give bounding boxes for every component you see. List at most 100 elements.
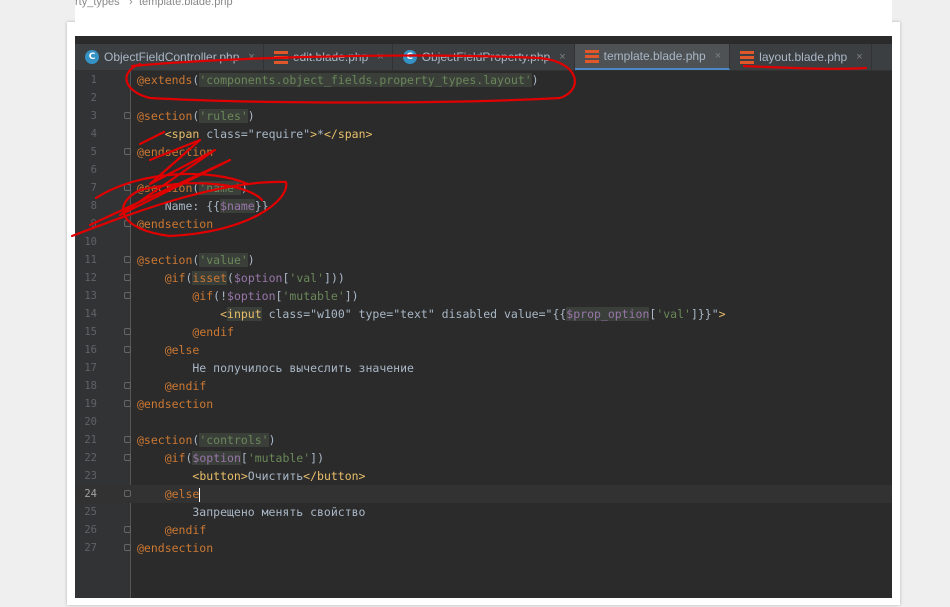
code-line[interactable]: 22 @if($option['mutable']) (75, 449, 892, 467)
fold-marker-icon[interactable] (124, 148, 131, 155)
code-line[interactable]: 2 (75, 89, 892, 107)
code-text: Name: {{$name}} (137, 199, 269, 213)
tab-label: edit.blade.php (292, 50, 369, 64)
tab-objectfieldcontroller-php[interactable]: C ObjectFieldController.php × (75, 44, 264, 70)
line-number: 7 (90, 182, 97, 194)
fold-marker-icon[interactable] (124, 382, 131, 389)
close-icon[interactable]: × (248, 51, 254, 63)
ide-window: rty_types › template.blade.php C ObjectFi… (75, 0, 892, 598)
close-icon[interactable]: × (377, 51, 383, 63)
fold-marker-icon[interactable] (124, 400, 131, 407)
line-number: 20 (84, 416, 97, 428)
code-line[interactable]: 15 @endif (75, 323, 892, 341)
code-text: @section('name') (137, 181, 248, 195)
fold-marker-icon[interactable] (124, 328, 131, 335)
fold-marker-icon[interactable] (124, 112, 131, 119)
editor-tab-bar: C ObjectFieldController.php × edit.blade.ph… (75, 44, 892, 71)
line-number: 6 (90, 164, 97, 176)
fold-marker-icon[interactable] (124, 256, 131, 263)
tab-label: layout.blade.php (759, 50, 848, 64)
code-line[interactable]: 27 @endsection (75, 539, 892, 557)
code-text: @endif (164, 523, 207, 537)
line-number: 21 (84, 434, 97, 446)
code-line[interactable]: 23 <button>Очистить</button> (75, 467, 892, 485)
line-number: 18 (84, 380, 97, 392)
line-number: 19 (84, 398, 97, 410)
line-number: 17 (84, 362, 97, 374)
class-c-icon: C (85, 50, 99, 64)
line-number: 26 (84, 524, 97, 536)
fold-marker-icon[interactable] (124, 544, 131, 551)
code-text: @endsection (137, 397, 214, 411)
code-line[interactable]: 10 (75, 233, 892, 251)
code-line[interactable]: 26 @endif (75, 521, 892, 539)
code-line[interactable]: 8 Name: {{$name}} (75, 197, 892, 215)
code-line[interactable]: 20 (75, 413, 892, 431)
code-line[interactable]: 3 @section('rules') (75, 107, 892, 125)
code-text: @endsection (137, 145, 214, 159)
line-number: 27 (84, 542, 97, 554)
code-line[interactable]: 7 @section('name') (75, 179, 892, 197)
code-line[interactable]: 18 @endif (75, 377, 892, 395)
blade-file-icon (273, 50, 288, 64)
tab-template-blade-php[interactable]: template.blade.php × (574, 44, 731, 70)
fold-marker-icon[interactable] (124, 292, 131, 299)
breadcrumb-file[interactable]: template.blade.php (139, 0, 233, 8)
code-text: @endif (164, 379, 207, 393)
code-line[interactable]: 9 @endsection (75, 215, 892, 233)
fold-marker-icon[interactable] (124, 184, 131, 191)
line-number: 25 (84, 506, 97, 518)
code-line[interactable]: 12 @if(isset($option['val'])) (75, 269, 892, 287)
code-line[interactable]: 1 @extends('components.object_fields.prop… (75, 71, 892, 89)
tab-objectfieldproperty-php[interactable]: C ObjectFieldProperty.php × (393, 44, 575, 70)
line-number: 13 (84, 290, 97, 302)
code-text: @if(isset($option['val'])) (164, 271, 345, 285)
tab-label: ObjectFieldProperty.php (421, 50, 551, 64)
code-line[interactable]: 14 <input class="w100" type="text" disab… (75, 305, 892, 323)
code-line[interactable]: 6 (75, 161, 892, 179)
code-text: @endsection (137, 217, 214, 231)
code-text: @endif (192, 325, 234, 339)
close-icon[interactable]: × (559, 51, 565, 63)
code-text: @section('value') (137, 253, 255, 267)
fold-marker-icon[interactable] (124, 526, 131, 533)
code-line[interactable]: 17 Не получилось вычеслить значение (75, 359, 892, 377)
close-icon[interactable]: × (856, 51, 862, 63)
line-number: 3 (90, 110, 97, 122)
code-line[interactable]: 11 @section('value') (75, 251, 892, 269)
line-number: 23 (84, 470, 97, 482)
breadcrumb-folder[interactable]: rty_types (75, 0, 120, 8)
fold-marker-icon[interactable] (124, 454, 131, 461)
fold-marker-icon[interactable] (124, 346, 131, 353)
tab-edit-blade-php[interactable]: edit.blade.php × (264, 44, 393, 70)
code-text: @endsection (137, 541, 214, 555)
line-number: 9 (90, 218, 97, 230)
code-editor[interactable]: 1 @extends('components.object_fields.prop… (75, 71, 892, 598)
code-text: @section('controls') (137, 433, 276, 447)
code-line[interactable]: 25 Запрещено менять свойство (75, 503, 892, 521)
class-c-icon: C (402, 50, 417, 64)
code-line[interactable]: 24 @else (75, 485, 892, 503)
code-line[interactable]: 16 @else (75, 341, 892, 359)
code-line[interactable]: 5 @endsection (75, 143, 892, 161)
line-number: 10 (84, 236, 97, 248)
fold-marker-icon[interactable] (124, 436, 131, 443)
code-line[interactable]: 19 @endsection (75, 395, 892, 413)
close-icon[interactable]: × (715, 50, 721, 62)
line-number: 14 (84, 308, 97, 320)
line-number: 22 (84, 452, 97, 464)
code-text: <button>Очистить</button> (192, 469, 366, 483)
fold-marker-icon[interactable] (124, 490, 131, 497)
code-line[interactable]: 4 <span class="require">*</span> (75, 125, 892, 143)
code-text: @else (164, 343, 200, 357)
line-number: 24 (84, 488, 97, 500)
fold-marker-icon[interactable] (124, 220, 131, 227)
code-line[interactable]: 13 @if(!$option['mutable']) (75, 287, 892, 305)
fold-marker-icon[interactable] (124, 274, 131, 281)
tab-layout-blade-php[interactable]: layout.blade.php × (730, 44, 872, 70)
code-text: @section('rules') (137, 109, 255, 123)
tab-label: ObjectFieldController.php (104, 50, 240, 64)
code-text: @else (164, 487, 201, 502)
code-line[interactable]: 21 @section('controls') (75, 431, 892, 449)
line-number: 4 (90, 128, 97, 140)
